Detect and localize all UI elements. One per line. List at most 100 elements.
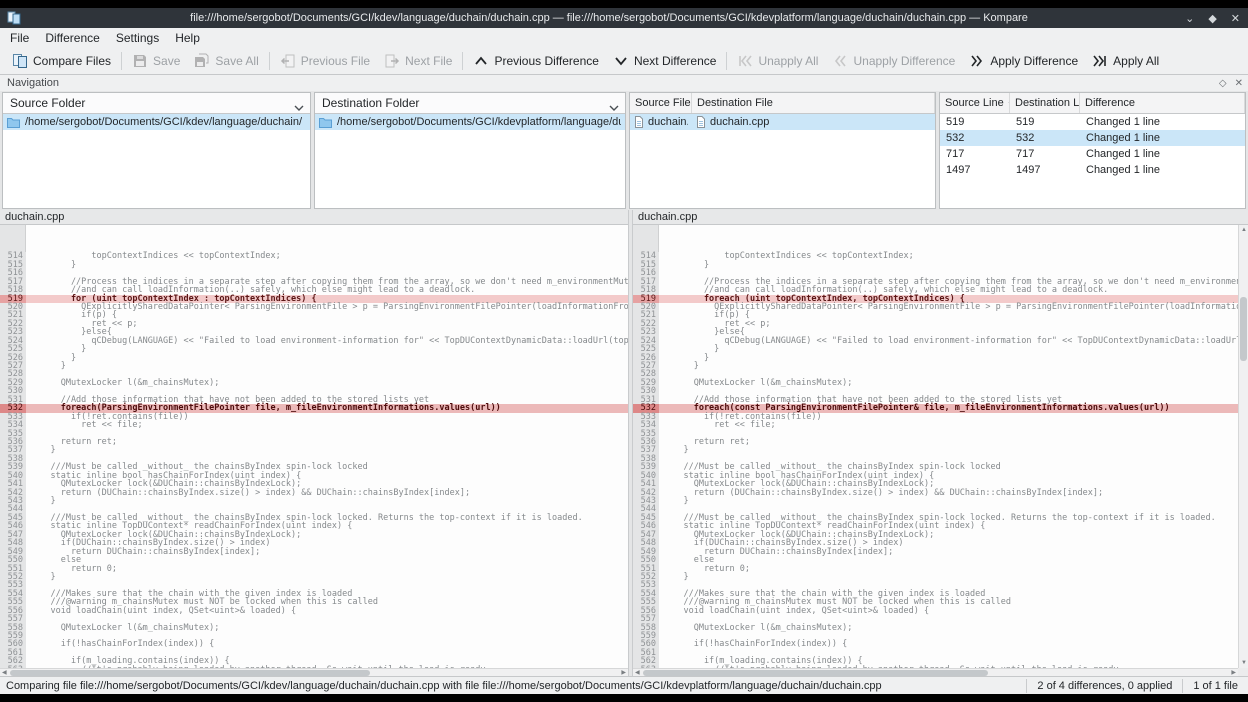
code-line: 543 } <box>633 497 1238 505</box>
code-line: 558 QMutexLocker l(&m_chainsMutex); <box>0 624 628 632</box>
source-folder-item[interactable]: /home/sergobot/Documents/GCI/kdev/langua… <box>3 114 310 130</box>
kompare-app-icon <box>7 11 21 28</box>
status-message: Comparing file file:///home/sergobot/Doc… <box>0 680 1026 692</box>
destination-folder-item[interactable]: /home/sergobot/Documents/GCI/kdevplatfor… <box>315 114 625 130</box>
save-button[interactable]: Save <box>125 50 187 72</box>
line-number: 563 <box>0 666 26 668</box>
files-list: duchain.c...duchain.cpp <box>630 114 935 130</box>
code-text: //It's probably being loaded by another … <box>659 666 1118 668</box>
minimize-button[interactable]: ⌄ <box>1185 12 1194 25</box>
apply-all-icon <box>1092 53 1108 69</box>
code-line: 537 } <box>633 446 1238 454</box>
code-line: 515 } <box>0 261 628 269</box>
code-line: 551 return 0; <box>633 565 1238 573</box>
next-difference-button-label: Next Difference <box>634 54 716 68</box>
code-text: QMutexLocker l(&m_chainsMutex); <box>26 624 219 632</box>
destination-line-cell: 532 <box>1010 130 1080 146</box>
files-row[interactable]: duchain.c...duchain.cpp <box>630 114 935 130</box>
navigation-dock-header[interactable]: Navigation ◇ ✕ <box>0 75 1248 91</box>
code-text: void loadChain(uint index, QSet<uint>& l… <box>26 607 296 615</box>
next-difference-button[interactable]: Next Difference <box>606 50 723 72</box>
code-text: if(!hasChainForIndex(index)) { <box>659 640 847 648</box>
code-text: QMutexLocker l(&m_chainsMutex); <box>26 379 219 387</box>
dock-float-icon[interactable]: ◇ <box>1219 78 1227 89</box>
code-text: return (DUChain::chainsByIndex.size() > … <box>659 489 1103 497</box>
code-text: void loadChain(uint index, QSet<uint>& l… <box>659 607 929 615</box>
source-line-cell: 519 <box>940 114 1010 130</box>
apply-all-button[interactable]: Apply All <box>1085 50 1166 72</box>
dock-close-icon[interactable]: ✕ <box>1235 78 1243 89</box>
destination-line-header[interactable]: Destination Lin <box>1010 93 1080 113</box>
chevron-down-icon <box>609 100 619 114</box>
code-text: if(!hasChainForIndex(index)) { <box>26 640 214 648</box>
code-line: 514 topContextIndices << topContextIndex… <box>633 252 1238 260</box>
toolbar-separator <box>269 52 270 70</box>
code-line: 525 } <box>0 345 628 353</box>
code-line: 525 } <box>633 345 1238 353</box>
menu-settings[interactable]: Settings <box>108 29 167 47</box>
code-text: } <box>26 362 66 370</box>
next-file-button-label: Next File <box>405 54 452 68</box>
folder-path: /home/sergobot/Documents/GCI/kdevplatfor… <box>337 116 621 128</box>
difference-row[interactable]: 532532Changed 1 line <box>940 130 1245 146</box>
destination-horizontal-scrollbar[interactable]: ◀ ▶ <box>633 668 1238 676</box>
unapply-all-button[interactable]: Unapply All <box>730 50 825 72</box>
source-pane-title: duchain.cpp <box>0 210 628 225</box>
titlebar[interactable]: file:///home/sergobot/Documents/GCI/kdev… <box>0 8 1248 28</box>
compare-files-button[interactable]: Compare Files <box>5 50 118 72</box>
difference-row[interactable]: 519519Changed 1 line <box>940 114 1245 130</box>
toolbar-separator <box>121 52 122 70</box>
difference-cell: Changed 1 line <box>1080 130 1245 146</box>
code-line: 527 } <box>633 362 1238 370</box>
code-line: 514 topContextIndices << topContextIndex… <box>0 252 628 260</box>
save-all-button[interactable]: Save All <box>187 50 265 72</box>
source-line-header[interactable]: Source Line <box>940 93 1010 113</box>
code-line: 536 return ret; <box>633 438 1238 446</box>
destination-pane-title: duchain.cpp <box>633 210 1248 225</box>
source-code-pane: 514 topContextIndices << topContextIndex… <box>0 225 628 668</box>
differences-pane: Source Line Destination Lin Difference 5… <box>939 92 1246 209</box>
source-line-cell: 717 <box>940 146 1010 162</box>
destination-file-header[interactable]: Destination File <box>692 93 935 113</box>
code-line: 556 void loadChain(uint index, QSet<uint… <box>0 607 628 615</box>
menu-help[interactable]: Help <box>167 29 208 47</box>
unapply-difference-icon <box>832 53 848 69</box>
maximize-button[interactable]: ◆ <box>1208 12 1216 25</box>
kompare-window: file:///home/sergobot/Documents/GCI/kdev… <box>0 0 1248 702</box>
source-folder-combo[interactable]: Source Folder <box>3 93 310 114</box>
difference-header[interactable]: Difference <box>1080 93 1245 113</box>
next-file-button[interactable]: Next File <box>377 50 459 72</box>
statusbar: Comparing file file:///home/sergobot/Doc… <box>0 676 1248 694</box>
code-text: //It's probably being loaded by another … <box>26 666 485 668</box>
unapply-difference-button-label: Unapply Difference <box>853 54 955 68</box>
code-line: 542 return (DUChain::chainsByIndex.size(… <box>0 489 628 497</box>
menubar: FileDifferenceSettingsHelp <box>0 28 1248 48</box>
destination-folder-combo[interactable]: Destination Folder <box>315 93 625 114</box>
apply-difference-button-label: Apply Difference <box>990 54 1078 68</box>
code-line: 543 } <box>0 497 628 505</box>
code-text: } <box>659 446 689 454</box>
apply-difference-button[interactable]: Apply Difference <box>962 50 1085 72</box>
scrollbar-thumb[interactable] <box>1240 297 1247 361</box>
unapply-all-icon <box>737 53 753 69</box>
code-text: } <box>26 497 56 505</box>
code-line: 527 } <box>0 362 628 370</box>
vertical-scrollbar[interactable]: ▲ ▼ <box>1238 225 1248 668</box>
source-file-header[interactable]: Source File <box>630 93 692 113</box>
difference-row[interactable]: 717717Changed 1 line <box>940 146 1245 162</box>
difference-cell: Changed 1 line <box>1080 162 1245 178</box>
previous-file-button[interactable]: Previous File <box>273 50 377 72</box>
difference-row[interactable]: 14971497Changed 1 line <box>940 162 1245 178</box>
destination-code-pane: 514 topContextIndices << topContextIndex… <box>633 225 1238 668</box>
code-text: } <box>26 446 56 454</box>
previous-difference-button[interactable]: Previous Difference <box>466 50 606 72</box>
menu-difference[interactable]: Difference <box>37 29 107 47</box>
source-horizontal-scrollbar[interactable]: ◀ ▶ <box>0 668 628 676</box>
folder-icon <box>319 117 332 128</box>
menu-file[interactable]: File <box>2 29 37 47</box>
unapply-difference-button[interactable]: Unapply Difference <box>825 50 962 72</box>
close-button[interactable]: ✕ <box>1231 12 1240 25</box>
destination-file-name: duchain.cpp <box>710 116 769 128</box>
line-number: 563 <box>633 666 659 668</box>
code-text: } <box>659 497 689 505</box>
